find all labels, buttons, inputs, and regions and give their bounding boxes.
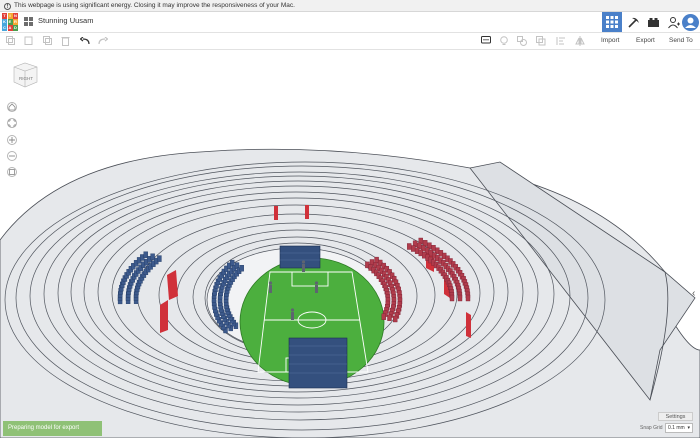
seat [381, 313, 386, 320]
perspective-button[interactable] [7, 167, 17, 177]
home-view-button[interactable] [7, 102, 17, 112]
align-icon [556, 36, 565, 45]
tinkercad-logo[interactable]: T I N K E R C A D [2, 13, 18, 31]
edit-toolbar: Import Export Send To [0, 33, 700, 50]
new-shape-button[interactable] [5, 35, 16, 46]
seat [414, 247, 420, 254]
panel-toggle-chevron-icon[interactable]: ‹ [692, 288, 695, 299]
3d-view-button[interactable] [602, 12, 622, 32]
add-user-icon [667, 16, 680, 28]
trash-icon [61, 36, 70, 46]
codeblocks-button[interactable] [623, 12, 643, 32]
plus-icon [9, 137, 15, 143]
snap-grid-select[interactable]: 0.1 mm ▾ [665, 423, 693, 433]
design-title[interactable]: Stunning Uusam [38, 16, 93, 25]
seat [393, 315, 398, 323]
snap-grid-value: 0.1 mm [668, 425, 685, 431]
paste-button[interactable] [23, 35, 34, 46]
seat [387, 314, 392, 321]
energy-warning-text: This webpage is using significant energy… [14, 2, 295, 9]
seat [157, 255, 162, 262]
redo-button[interactable] [97, 35, 108, 46]
undo-icon [79, 36, 90, 44]
seat [465, 294, 471, 302]
designs-grid-icon[interactable] [24, 17, 33, 26]
seat [239, 265, 244, 272]
logo-letter: A [7, 25, 13, 31]
copy-icon [6, 36, 15, 45]
lightbulb-icon [499, 35, 508, 45]
view-cube-icon [13, 62, 38, 88]
bricks-button[interactable] [643, 12, 663, 32]
stadium-model[interactable] [0, 50, 700, 438]
energy-warning-bar: ! This webpage is using significant energ… [0, 0, 700, 12]
perspective-icon [9, 169, 15, 175]
redo-icon [97, 36, 108, 44]
zoom-in-button[interactable] [7, 135, 17, 145]
mirror-icon [574, 35, 585, 46]
paste-icon [24, 36, 33, 45]
warning-icon: ! [4, 3, 11, 10]
logo-letter: C [2, 25, 7, 31]
grid-view-icon [606, 16, 618, 28]
zoom-out-button[interactable] [7, 151, 17, 161]
logo-letter: K [2, 19, 7, 25]
snap-grid-label: Snap Grid [640, 425, 663, 431]
view-cube-face-label: RIGHT [19, 76, 33, 81]
logo-letter: N [13, 13, 18, 19]
undo-button[interactable] [79, 35, 90, 46]
avatar[interactable] [680, 12, 700, 32]
group-button[interactable] [516, 35, 527, 46]
seat [407, 243, 412, 250]
brick-icon [647, 18, 659, 27]
notes-button[interactable] [480, 35, 491, 46]
seat [457, 294, 463, 302]
settings-button[interactable]: Settings [658, 412, 693, 421]
group-icon [516, 35, 527, 46]
ungroup-icon [535, 35, 545, 45]
chevron-down-icon: ▾ [687, 425, 690, 431]
show-all-button[interactable] [498, 35, 509, 46]
seat [411, 245, 416, 252]
seat [150, 253, 155, 260]
comment-icon [480, 36, 491, 44]
top-bar: T I N K E R C A D Stunning Uusam [0, 12, 700, 33]
seat [449, 294, 455, 302]
duplicate-icon [43, 36, 52, 45]
import-button[interactable]: Import [601, 37, 619, 44]
minus-icon [9, 155, 15, 157]
logo-letter: R [13, 19, 18, 25]
delete-button[interactable] [60, 35, 71, 46]
3d-viewport[interactable]: RIGHT ‹ [0, 50, 700, 438]
fit-icon [8, 119, 16, 127]
avatar-icon [681, 13, 699, 31]
view-cube[interactable]: RIGHT [11, 61, 39, 89]
seat [143, 251, 148, 258]
export-status-toast: Preparing model for export [3, 421, 102, 436]
align-button[interactable] [555, 35, 566, 46]
mirror-button[interactable] [574, 35, 585, 46]
pickaxe-icon [627, 17, 639, 28]
south-stand-screen [288, 337, 348, 389]
duplicate-button[interactable] [42, 35, 53, 46]
north-stand-screen [279, 245, 321, 269]
ungroup-button[interactable] [535, 35, 546, 46]
send-to-button[interactable]: Send To [669, 37, 693, 44]
logo-letter: D [13, 25, 18, 31]
export-button[interactable]: Export [636, 37, 655, 44]
logo-letter: I [7, 13, 13, 19]
home-icon [8, 103, 16, 111]
logo-letter: T [2, 13, 7, 19]
fit-view-button[interactable] [7, 118, 17, 128]
logo-letter: E [7, 19, 13, 25]
